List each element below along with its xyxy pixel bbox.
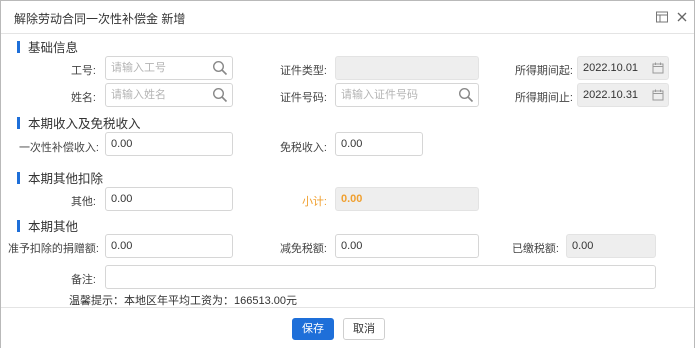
tax-relief-label: 减免税额: bbox=[279, 243, 327, 255]
section-deduction-title: 本期其他扣除 bbox=[17, 168, 103, 187]
window-layout-icon[interactable] bbox=[655, 10, 669, 24]
taxfree-label: 免税收入: bbox=[279, 142, 327, 154]
calendar-icon[interactable] bbox=[652, 89, 664, 101]
save-button[interactable]: 保存 bbox=[292, 318, 334, 340]
section-other-title: 本期其他 bbox=[17, 216, 78, 235]
dialog-footer: 保存 取消 bbox=[1, 307, 694, 350]
period-start-date[interactable]: 2022.10.01 bbox=[577, 56, 669, 80]
id-no-placeholder: 请输入证件号码 bbox=[341, 89, 418, 101]
paid-tax-value: 0.00 bbox=[572, 240, 594, 252]
period-start-value: 2022.10.01 bbox=[583, 62, 639, 74]
period-end-value: 2022.10.31 bbox=[583, 89, 639, 101]
donation-label: 准予扣除的捐赠额: bbox=[7, 243, 99, 255]
remark-label: 备注: bbox=[70, 274, 96, 286]
section-income-title: 本期收入及免税收入 bbox=[17, 113, 141, 132]
emp-no-input[interactable]: 请输入工号 bbox=[105, 56, 233, 80]
section-marker bbox=[17, 117, 20, 129]
salary-hint: 温馨提示：本地区年平均工资为：166513.00元 bbox=[69, 295, 297, 306]
section-marker bbox=[17, 172, 20, 184]
id-type-select[interactable] bbox=[335, 56, 479, 80]
cancel-button[interactable]: 取消 bbox=[343, 318, 385, 340]
search-icon[interactable] bbox=[212, 60, 228, 76]
dialog-titlebar: 解除劳动合同一次性补偿金 新增 bbox=[1, 1, 694, 34]
period-end-label: 所得期间止: bbox=[514, 92, 573, 104]
emp-no-label: 工号: bbox=[70, 65, 96, 77]
period-end-date[interactable]: 2022.10.31 bbox=[577, 83, 669, 107]
section-other-label: 本期其他 bbox=[28, 220, 79, 234]
other-deduction-value: 0.00 bbox=[111, 193, 133, 205]
section-basic-title: 基础信息 bbox=[17, 37, 78, 56]
search-icon[interactable] bbox=[458, 87, 474, 103]
donation-input[interactable]: 0.00 bbox=[105, 234, 233, 258]
dialog-title: 解除劳动合同一次性补偿金 新增 bbox=[14, 12, 186, 26]
paid-tax-label: 已缴税额: bbox=[511, 243, 559, 255]
section-income-label: 本期收入及免税收入 bbox=[28, 117, 141, 131]
close-icon[interactable] bbox=[675, 10, 689, 24]
subtotal-value: 0.00 bbox=[341, 193, 363, 205]
dialog: 解除劳动合同一次性补偿金 新增 基础信息 工号: 请输入工号 证件类型: 所得期… bbox=[0, 0, 695, 350]
section-marker bbox=[17, 41, 20, 53]
section-basic-label: 基础信息 bbox=[28, 41, 79, 55]
calendar-icon[interactable] bbox=[652, 62, 664, 74]
other-deduction-label: 其他: bbox=[70, 196, 96, 208]
remark-input[interactable] bbox=[105, 265, 656, 289]
name-label: 姓名: bbox=[70, 92, 96, 104]
compensation-input[interactable]: 0.00 bbox=[105, 132, 233, 156]
emp-no-placeholder: 请输入工号 bbox=[111, 62, 166, 74]
compensation-label: 一次性补偿收入: bbox=[18, 142, 99, 154]
search-icon[interactable] bbox=[212, 87, 228, 103]
taxfree-input[interactable]: 0.00 bbox=[335, 132, 423, 156]
compensation-value: 0.00 bbox=[111, 138, 133, 150]
name-placeholder: 请输入姓名 bbox=[111, 89, 166, 101]
name-input[interactable]: 请输入姓名 bbox=[105, 83, 233, 107]
id-type-label: 证件类型: bbox=[279, 65, 327, 77]
period-start-label: 所得期间起: bbox=[514, 65, 573, 77]
donation-value: 0.00 bbox=[111, 240, 133, 252]
tax-relief-input[interactable]: 0.00 bbox=[335, 234, 479, 258]
id-no-input[interactable]: 请输入证件号码 bbox=[335, 83, 479, 107]
section-deduction-label: 本期其他扣除 bbox=[28, 172, 104, 186]
taxfree-value: 0.00 bbox=[341, 138, 363, 150]
id-no-label: 证件号码: bbox=[279, 92, 327, 104]
other-deduction-input[interactable]: 0.00 bbox=[105, 187, 233, 211]
tax-relief-value: 0.00 bbox=[341, 240, 363, 252]
subtotal-field: 0.00 bbox=[335, 187, 479, 211]
subtotal-label: 小计: bbox=[301, 196, 327, 208]
section-marker bbox=[17, 220, 20, 232]
paid-tax-field: 0.00 bbox=[566, 234, 656, 258]
form-body: 基础信息 工号: 请输入工号 证件类型: 所得期间起: 2022.10.01 姓… bbox=[1, 34, 694, 306]
